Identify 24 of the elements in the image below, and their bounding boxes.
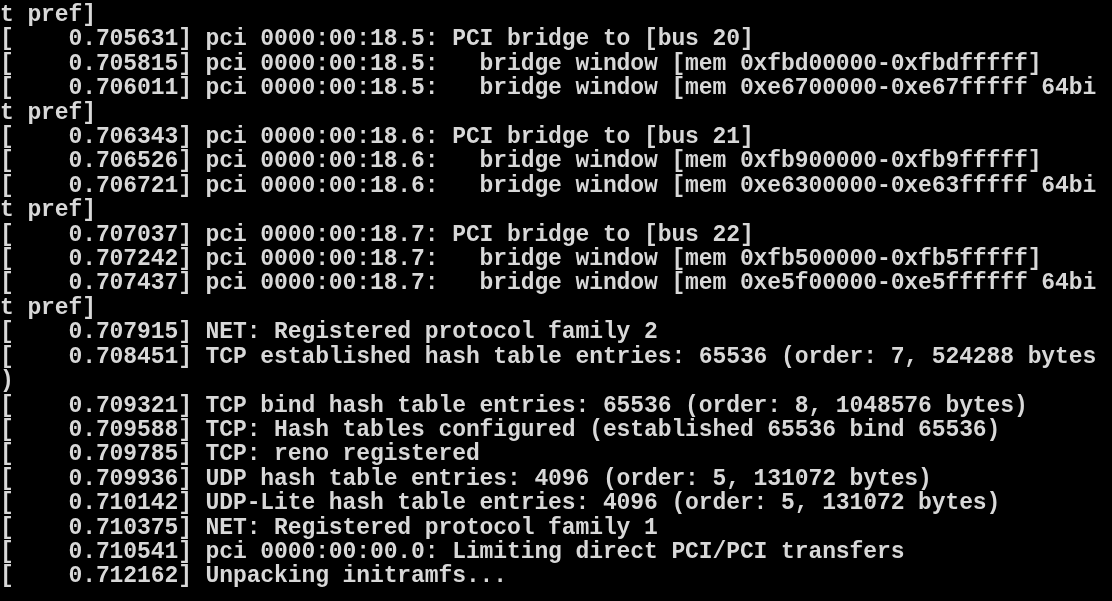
console-line: [ 0.705631] pci 0000:00:18.5: PCI bridge to [bus 20] [0, 27, 754, 52]
console-line: [ 0.710541] pci 0000:00:00.0: Limiting direct PCI/PCI transfers [0, 539, 905, 565]
console-line: [ 0.706526] pci 0000:00:18.6: bridge window [mem 0xfb900000-0xfb9fffff] [0, 149, 1042, 174]
console-line: [ 0.709785] TCP: reno registered [0, 442, 480, 467]
console-line: [ 0.709588] TCP: Hash tables configured (established 65536 bind 65536) [0, 417, 1001, 443]
console-line: t pref] [0, 295, 96, 321]
console-line: [ 0.706721] pci 0000:00:18.6: bridge window [mem 0xe6300000-0xe63fffff 64bi [0, 173, 1097, 199]
console-line: [ 0.706343] pci 0000:00:18.6: PCI bridge to [bus 21] [0, 125, 754, 150]
console-line: [ 0.705815] pci 0000:00:18.5: bridge window [mem 0xfbd00000-0xfbdfffff] [0, 51, 1042, 77]
console-line: [ 0.707242] pci 0000:00:18.7: bridge window [mem 0xfb500000-0xfb5fffff] [0, 247, 1042, 272]
console-line: [ 0.706011] pci 0000:00:18.5: bridge window [mem 0xe6700000-0xe67fffff 64bi [0, 76, 1097, 101]
console-line: [ 0.707915] NET: Registered protocol family 2 [0, 320, 658, 345]
console-line: t pref] [0, 100, 96, 126]
console-line: [ 0.708451] TCP established hash table entries: 65536 (order: 7, 524288 bytes [0, 344, 1097, 370]
console-line: [ 0.710142] UDP-Lite hash table entries: 4096 (order: 5, 131072 bytes) [0, 491, 1001, 516]
console-line: ) [0, 369, 14, 394]
console-line: [ 0.709321] TCP bind hash table entries: 65536 (order: 8, 1048576 bytes) [0, 393, 1028, 418]
console-line: [ 0.712162] Unpacking initramfs... [0, 564, 507, 589]
console-line: t pref] [0, 3, 96, 28]
console-line: [ 0.710375] NET: Registered protocol family 1 [0, 515, 658, 540]
console-line: [ 0.709936] UDP hash table entries: 4096 (order: 5, 131072 bytes) [0, 466, 932, 492]
console-line: [ 0.707437] pci 0000:00:18.7: bridge window [mem 0xe5f00000-0xe5ffffff 64bi [0, 271, 1097, 296]
console-line: [ 0.707037] pci 0000:00:18.7: PCI bridge to [bus 22] [0, 222, 754, 248]
console-line: t pref] [0, 198, 96, 223]
